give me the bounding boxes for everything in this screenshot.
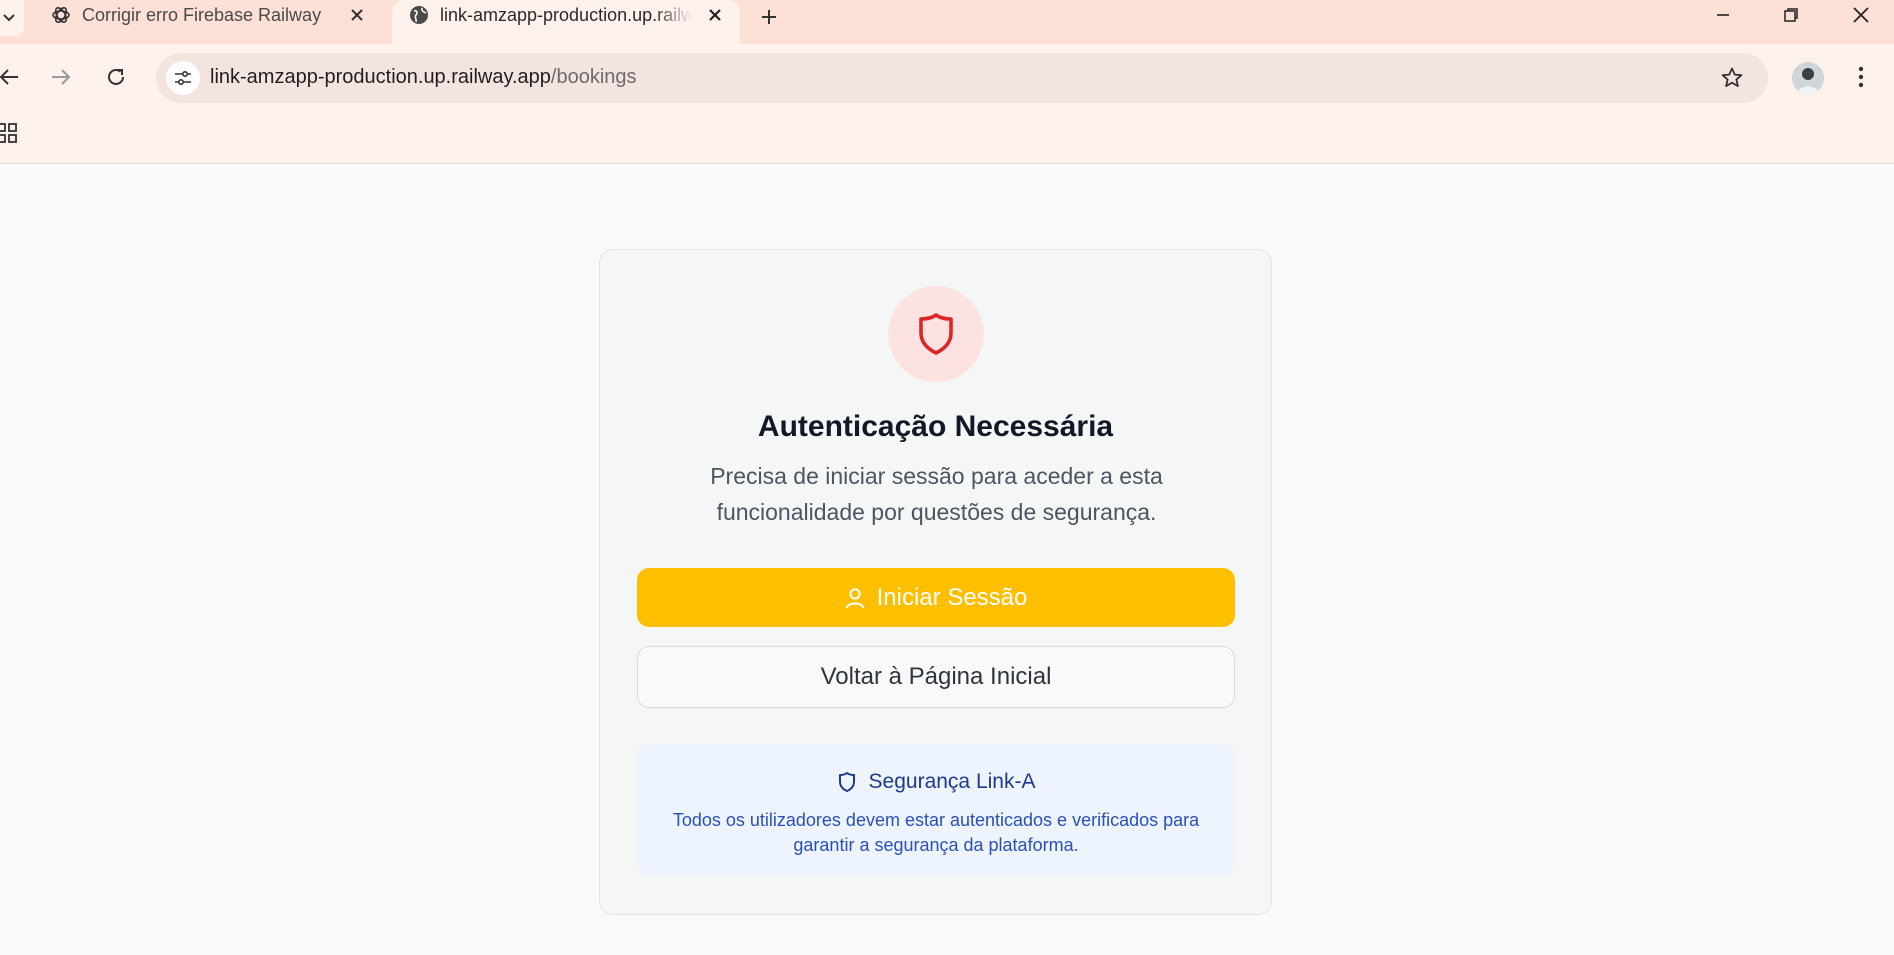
browser-toolbar: link-amzapp-production.up.railway.app/bo… (0, 44, 1894, 164)
chatgpt-icon (48, 2, 74, 28)
address-bar[interactable]: link-amzapp-production.up.railway.app/bo… (156, 53, 1768, 103)
globe-icon (406, 2, 432, 28)
close-window-button[interactable] (1836, 0, 1886, 30)
shield-icon (837, 771, 857, 793)
profile-avatar[interactable] (1792, 62, 1824, 94)
more-vert-icon (1858, 66, 1864, 88)
minimize-icon (1717, 14, 1729, 16)
user-icon (845, 587, 865, 609)
avatar-icon (1792, 62, 1824, 94)
arrow-left-icon (0, 69, 18, 85)
shield-badge (888, 286, 984, 382)
page-viewport: Autenticação Necessária Precisa de inici… (0, 165, 1894, 955)
site-info-button[interactable] (166, 61, 200, 95)
back-home-button[interactable]: Voltar à Página Inicial (637, 646, 1235, 708)
tab-bookings[interactable]: link-amzapp-production.up.railway.app/bo… (392, 0, 740, 44)
security-notice-heading: Segurança Link-A (637, 770, 1235, 794)
bookmark-button[interactable] (1718, 64, 1746, 92)
tab-chatgpt[interactable]: Corrigir erro Firebase Railway (34, 0, 384, 44)
reload-icon (108, 68, 124, 85)
reload-button[interactable] (99, 60, 133, 94)
auth-required-card: Autenticação Necessária Precisa de inici… (599, 249, 1272, 915)
close-icon (1853, 7, 1869, 23)
tab-title: link-amzapp-production.up.railway.app/bo… (440, 5, 692, 25)
security-notice-text: Todos os utilizadores devem estar autent… (672, 810, 1200, 855)
back-button[interactable] (0, 60, 26, 94)
browser-menu-button[interactable] (1846, 60, 1876, 94)
url-path: /bookings (550, 66, 637, 88)
restore-icon (1784, 8, 1798, 22)
back-home-label: Voltar à Página Inicial (820, 663, 1052, 690)
close-tab-icon[interactable] (344, 2, 370, 28)
url-host: link-amzapp-production.up.railway.app (210, 66, 551, 88)
forward-button[interactable] (44, 60, 78, 94)
login-button-label: Iniciar Sessão (876, 583, 1028, 611)
login-button[interactable]: Iniciar Sessão (637, 568, 1235, 627)
security-heading-text: Segurança Link-A (868, 770, 1036, 793)
apps-shortcut[interactable] (0, 120, 20, 146)
url-text: link-amzapp-production.up.railway.app/bo… (210, 66, 637, 89)
security-notice: Segurança Link-A Todos os utilizadores d… (637, 744, 1235, 876)
arrow-right-icon (52, 69, 71, 85)
auth-description: Precisa de iniciar sessão para aceder a … (710, 463, 1163, 525)
tab-strip: Corrigir erro Firebase Railway link-amza… (0, 0, 1894, 44)
new-tab-button[interactable] (754, 2, 784, 32)
shield-icon (919, 313, 953, 355)
close-tab-icon[interactable] (702, 2, 728, 28)
chevron-down-icon (3, 14, 15, 22)
tab-title: Corrigir erro Firebase Railway (82, 5, 322, 25)
page-title: Autenticação Necessária (757, 410, 1114, 443)
apps-grid-icon (0, 123, 17, 143)
tune-icon (175, 70, 191, 86)
restore-button[interactable] (1766, 0, 1816, 30)
star-icon (1721, 67, 1743, 87)
tab-search-button[interactable] (0, 0, 24, 36)
minimize-button[interactable] (1698, 0, 1748, 30)
plus-icon (762, 10, 776, 24)
